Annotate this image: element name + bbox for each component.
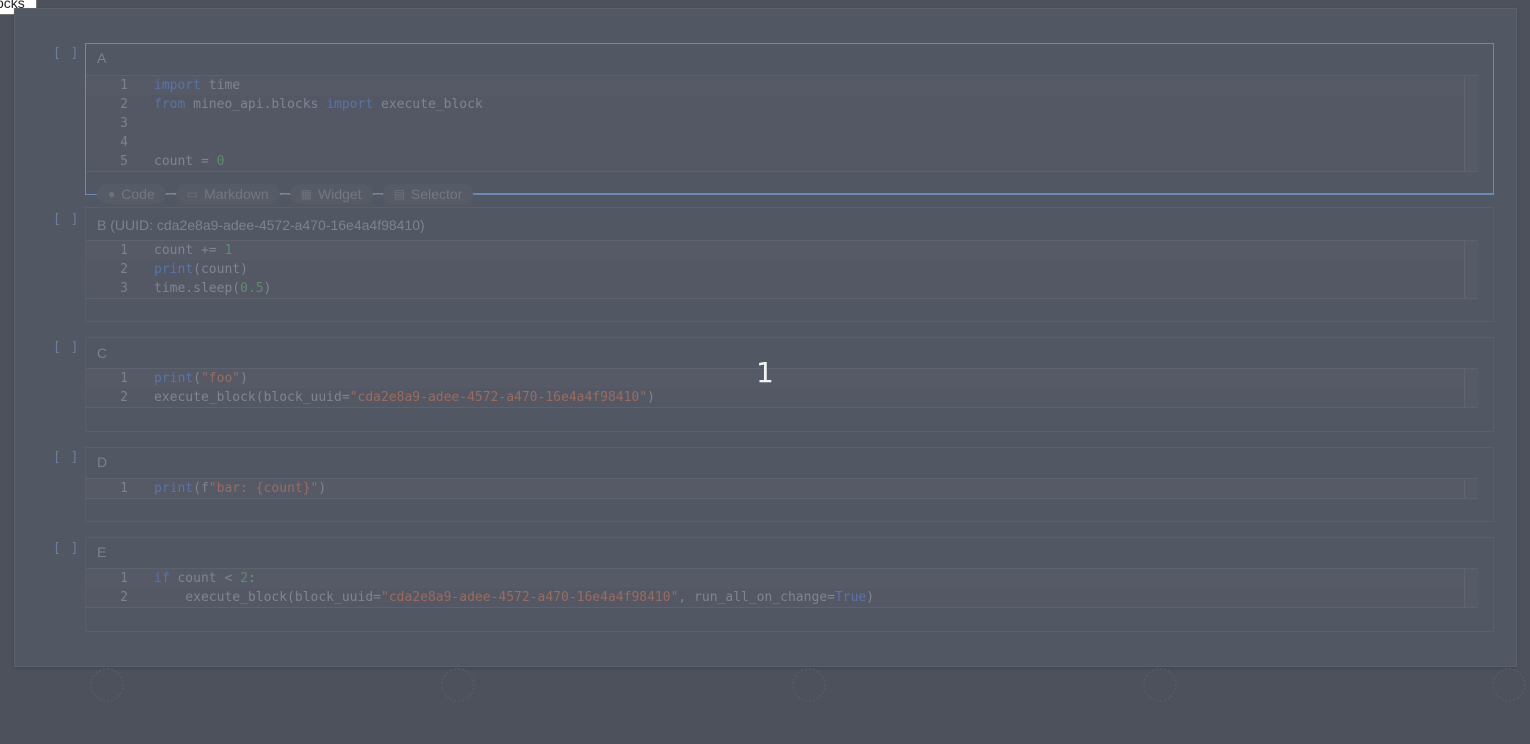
line-number: 2 bbox=[120, 390, 128, 405]
cell-b[interactable]: B (UUID: cda2e8a9-adee-4572-a470-16e4a4f… bbox=[85, 207, 1494, 322]
decorative-icon bbox=[792, 668, 826, 702]
line-number: 1 bbox=[120, 571, 128, 586]
line-number: 3 bbox=[120, 116, 128, 131]
add-selector-label: Selector bbox=[410, 186, 463, 202]
code-editor-e[interactable]: 1 if count < 2: 2 execute_block(block_uu… bbox=[86, 568, 1478, 608]
decorative-icon bbox=[1143, 668, 1177, 702]
code-line[interactable]: 2 print(count) bbox=[86, 260, 1478, 279]
line-number: 2 bbox=[120, 590, 128, 605]
cell-title-e: E bbox=[97, 544, 107, 560]
cell-prompt-c: [ ] bbox=[53, 340, 80, 355]
code-line[interactable]: 1 import time bbox=[86, 76, 1478, 95]
selector-icon: ▤ bbox=[393, 187, 405, 201]
decorative-icon bbox=[90, 668, 124, 702]
cell-prompt-b: [ ] bbox=[53, 212, 80, 227]
toolbar-separator bbox=[166, 193, 175, 195]
markdown-icon: ▭ bbox=[186, 187, 199, 201]
cell-a[interactable]: A 1 import time 2 from mineo_api.blocks … bbox=[85, 43, 1494, 195]
decorative-icon bbox=[1492, 668, 1526, 702]
code-editor-b[interactable]: 1 count += 1 2 print(count) 3 time.sleep… bbox=[86, 240, 1478, 299]
code-line[interactable]: 4 bbox=[86, 133, 1478, 152]
toolbar-separator bbox=[280, 193, 289, 195]
cell-prompt-e: [ ] bbox=[53, 541, 80, 556]
cell-e[interactable]: E 1 if count < 2: 2 execute_block(block_… bbox=[85, 537, 1494, 632]
line-number: 2 bbox=[120, 262, 128, 277]
editor-scrollbar[interactable] bbox=[1464, 479, 1478, 498]
editor-scrollbar[interactable] bbox=[1464, 369, 1478, 407]
line-number: 1 bbox=[120, 481, 128, 496]
code-editor-c[interactable]: 1 print("foo") 2 execute_block(block_uui… bbox=[86, 368, 1478, 408]
line-number: 4 bbox=[120, 135, 128, 150]
code-editor-d[interactable]: 1 print(f"bar: {count}") bbox=[86, 478, 1478, 499]
add-widget-button[interactable]: ▦ Widget bbox=[289, 184, 373, 204]
editor-scrollbar[interactable] bbox=[1464, 241, 1478, 298]
overlay-counter: 1 bbox=[756, 356, 774, 389]
cell-d[interactable]: D 1 print(f"bar: {count}") bbox=[85, 447, 1494, 522]
editor-scrollbar[interactable] bbox=[1464, 76, 1478, 171]
cell-prompt-a: [ ] bbox=[53, 46, 80, 61]
line-number: 1 bbox=[120, 371, 128, 386]
add-markdown-label: Markdown bbox=[204, 186, 269, 202]
line-number: 1 bbox=[120, 78, 128, 93]
widget-grid-icon: ▦ bbox=[300, 187, 312, 201]
add-cell-toolbar: ● Code ▭ Markdown ▦ Widget ▤ Selector bbox=[97, 184, 474, 204]
python-icon: ● bbox=[108, 187, 116, 201]
code-line[interactable]: 2 from mineo_api.blocks import execute_b… bbox=[86, 95, 1478, 114]
add-selector-button[interactable]: ▤ Selector bbox=[382, 184, 474, 204]
line-number: 5 bbox=[120, 154, 128, 169]
line-number: 1 bbox=[120, 243, 128, 258]
code-line[interactable]: 5 count = 0 bbox=[86, 152, 1478, 171]
editor-scrollbar[interactable] bbox=[1464, 569, 1478, 607]
line-number: 2 bbox=[120, 97, 128, 112]
cell-title-d: D bbox=[97, 454, 108, 470]
toolbar-separator bbox=[373, 193, 382, 195]
cell-c[interactable]: C 1 print("foo") 2 execute_block(block_u… bbox=[85, 337, 1494, 432]
code-editor-a[interactable]: 1 import time 2 from mineo_api.blocks im… bbox=[86, 75, 1478, 172]
footer-decorations bbox=[0, 662, 1530, 702]
code-line[interactable]: 3 time.sleep(0.5) bbox=[86, 279, 1478, 298]
add-code-label: Code bbox=[121, 186, 155, 202]
code-line[interactable]: 2 execute_block(block_uuid="cda2e8a9-ade… bbox=[86, 588, 1478, 607]
line-number: 3 bbox=[120, 281, 128, 296]
code-line[interactable]: 3 bbox=[86, 114, 1478, 133]
cell-title-b: B (UUID: cda2e8a9-adee-4572-a470-16e4a4f… bbox=[97, 217, 425, 233]
code-line[interactable]: 2 execute_block(block_uuid="cda2e8a9-ade… bbox=[86, 388, 1478, 407]
cell-title-c: C bbox=[97, 345, 108, 361]
cell-title-a: A bbox=[97, 50, 107, 66]
code-line[interactable]: 1 count += 1 bbox=[86, 241, 1478, 260]
code-line[interactable]: 1 print(f"bar: {count}") bbox=[86, 479, 1478, 498]
add-markdown-button[interactable]: ▭ Markdown bbox=[175, 184, 280, 204]
decorative-icon bbox=[441, 668, 475, 702]
code-line[interactable]: 1 print("foo") bbox=[86, 369, 1478, 388]
cell-prompt-d: [ ] bbox=[53, 450, 80, 465]
add-widget-label: Widget bbox=[318, 186, 362, 202]
code-line[interactable]: 1 if count < 2: bbox=[86, 569, 1478, 588]
add-code-button[interactable]: ● Code bbox=[97, 184, 166, 204]
